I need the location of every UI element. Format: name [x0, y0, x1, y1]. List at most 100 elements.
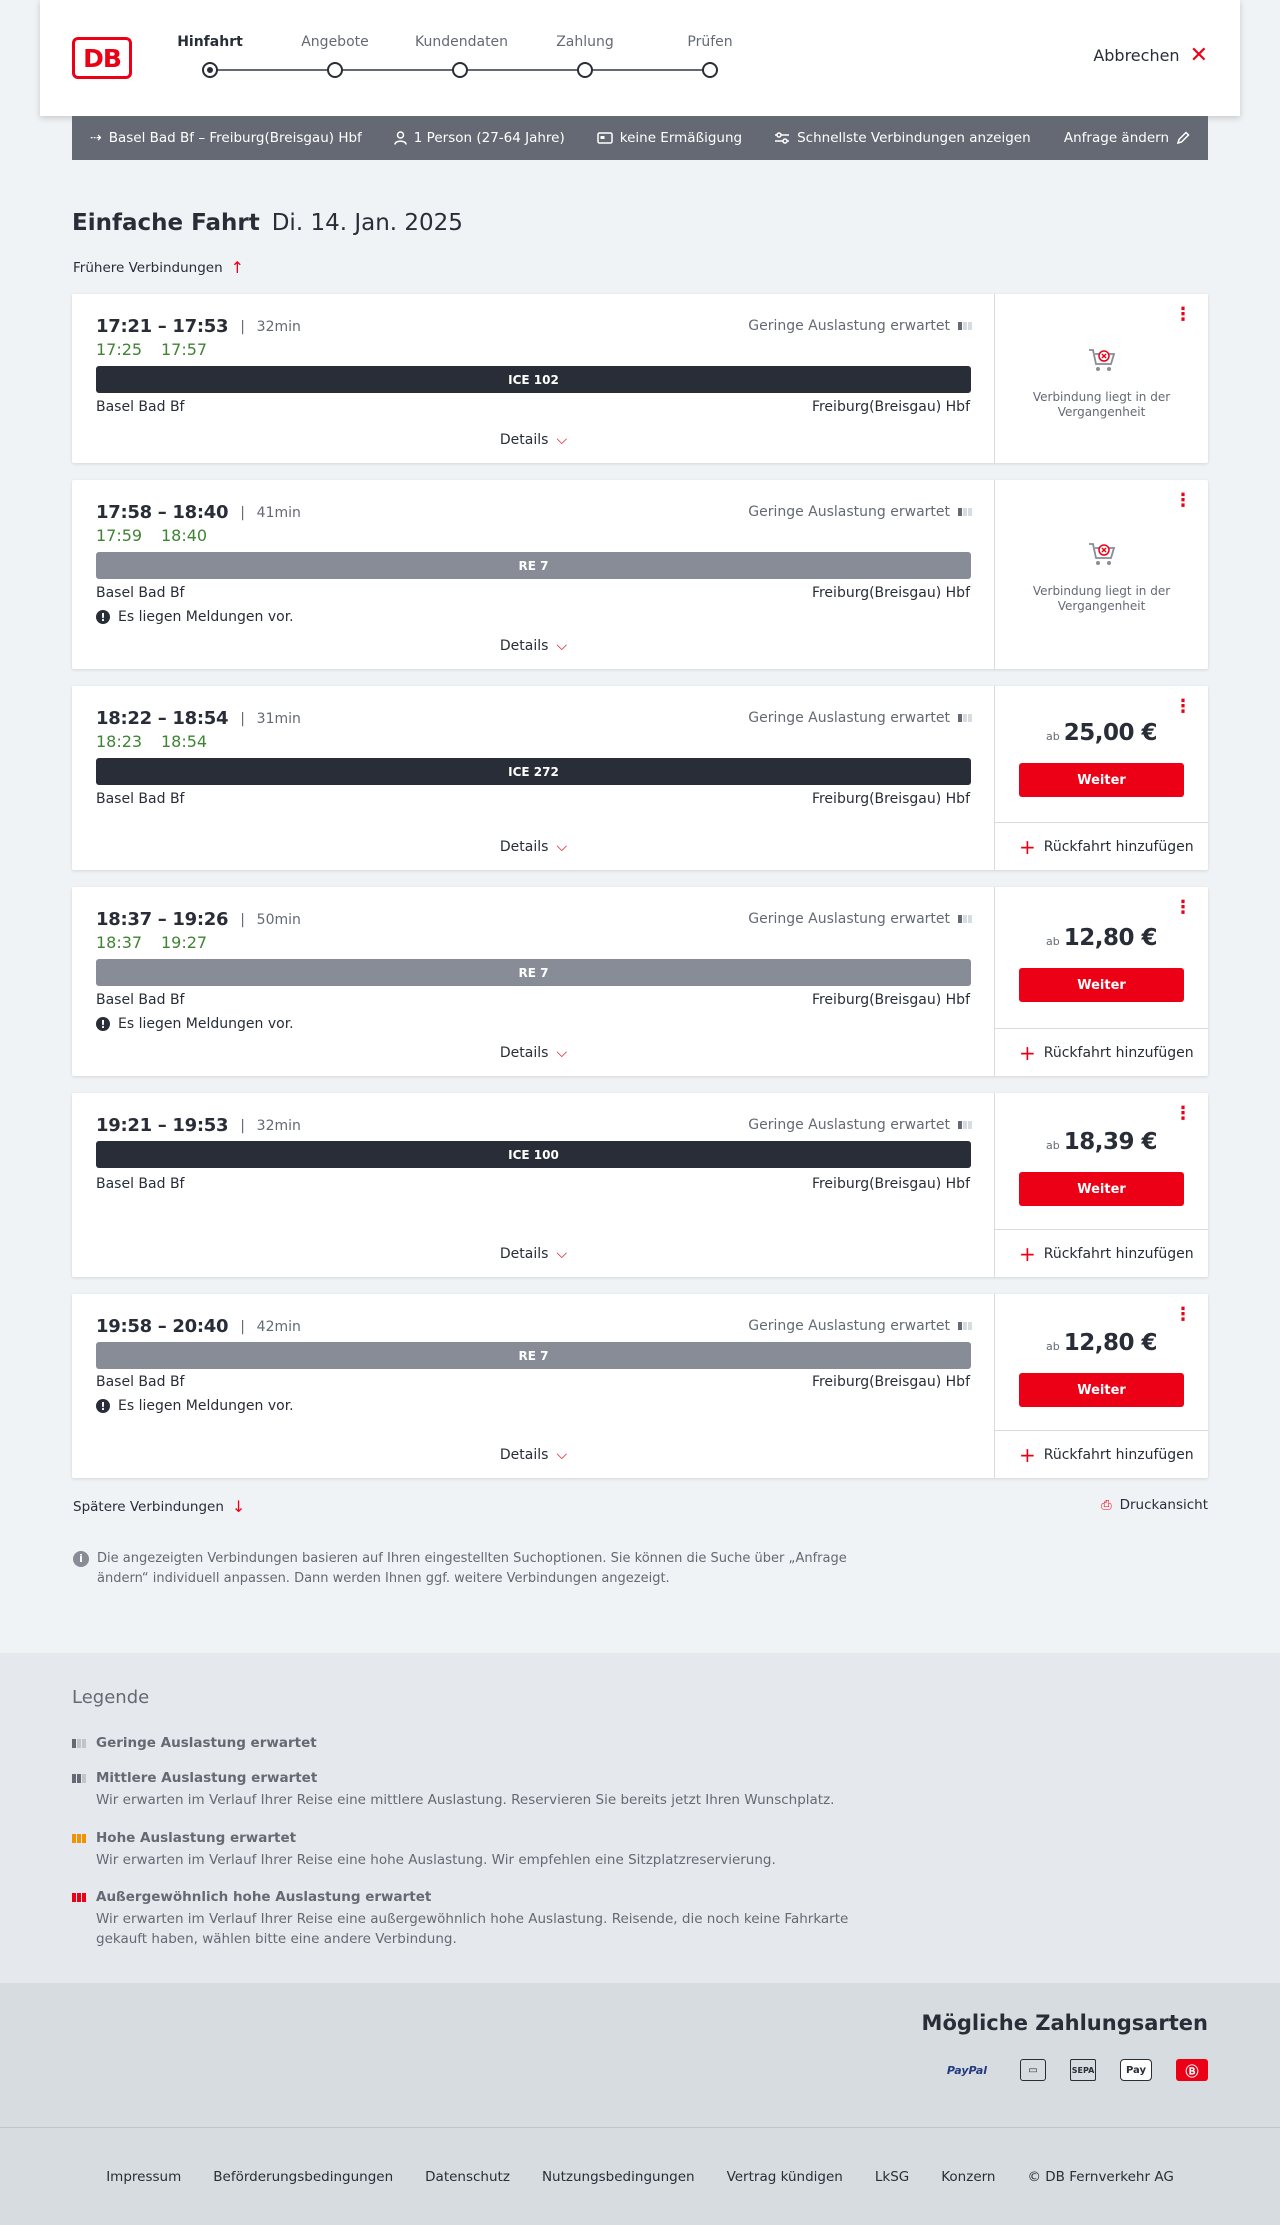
more-options-icon[interactable]: ⋮: [1174, 1105, 1192, 1123]
legend-section: Legende Geringe Auslastung erwartet Mitt…: [0, 1653, 1280, 1983]
person-icon: [394, 131, 407, 145]
later-connections-link[interactable]: Spätere Verbindungen ↓: [73, 1497, 245, 1516]
filter-sliders-icon: [775, 132, 790, 144]
bahncard-icon: [597, 132, 613, 144]
train-bar[interactable]: RE 7: [96, 1342, 971, 1369]
train-bar[interactable]: ICE 100: [96, 1141, 971, 1168]
add-return-trip-button[interactable]: + Rückfahrt hinzufügen: [1019, 837, 1194, 857]
payment-methods-section: Mögliche Zahlungsarten PayPal ▭ SEPA Pay…: [0, 1983, 1280, 2128]
details-toggle[interactable]: Details ⌵: [72, 432, 995, 448]
details-toggle[interactable]: Details ⌵: [72, 1246, 995, 1262]
arrival-station: Freiburg(Breisgau) Hbf: [811, 1374, 970, 1390]
step-kundendaten: Kundendaten: [415, 34, 508, 78]
connection-main: 18:37 – 19:26 | 50min Geringe Auslastung e…: [72, 887, 995, 1076]
offer-panel: ⋮ Verbindung liegt in der Vergangenheit: [995, 294, 1208, 463]
connection-card[interactable]: 18:37 – 19:26 | 50min Geringe Auslastung e…: [72, 887, 1208, 1076]
footer-link-lksg[interactable]: LkSG: [875, 2169, 909, 2185]
footer-link-vertrag-kuendigen[interactable]: Vertrag kündigen: [727, 2169, 843, 2185]
continue-button[interactable]: Weiter: [1019, 1172, 1184, 1206]
low-occupancy-icon: [72, 1738, 90, 1748]
plus-icon: +: [1019, 1242, 1036, 1266]
arrival-station: Freiburg(Breisgau) Hbf: [811, 992, 970, 1008]
more-options-icon[interactable]: ⋮: [1174, 306, 1192, 324]
details-toggle[interactable]: Details ⌵: [72, 1045, 995, 1061]
footer-link-nutzungsbedingungen[interactable]: Nutzungsbedingungen: [542, 2169, 695, 2185]
connection-main: 19:21 – 19:53 | 32min Geringe Auslastung e…: [72, 1093, 995, 1277]
step-dot: [452, 62, 468, 78]
low-occupancy-icon: [958, 714, 972, 722]
details-toggle[interactable]: Details ⌵: [72, 839, 995, 855]
more-options-icon[interactable]: ⋮: [1174, 698, 1192, 716]
departure-station: Basel Bad Bf: [96, 1176, 185, 1192]
train-bar[interactable]: ICE 102: [96, 366, 971, 393]
earlier-connections-link[interactable]: Frühere Verbindungen ↑: [73, 258, 244, 277]
realtime-times: 18:37 19:27: [96, 933, 208, 952]
offer-panel: ⋮ ab 25,00 € Weiter + Rückfahrt hinzufügen: [995, 686, 1208, 870]
print-view-link[interactable]: ⎙ Druckansicht: [1101, 1497, 1208, 1513]
occupancy-info: Geringe Auslastung erwartet: [748, 1117, 972, 1133]
occupancy-info: Geringe Auslastung erwartet: [748, 710, 972, 726]
connection-times: 19:58 – 20:40 | 42min: [96, 1316, 301, 1337]
more-options-icon[interactable]: ⋮: [1174, 492, 1192, 510]
connection-card[interactable]: 18:22 – 18:54 | 31min Geringe Auslastung e…: [72, 686, 1208, 870]
disruption-message[interactable]: ! Es liegen Meldungen vor.: [96, 1398, 294, 1414]
details-toggle[interactable]: Details ⌵: [72, 638, 995, 654]
sepa-icon: SEPA: [1070, 2059, 1096, 2081]
train-bar[interactable]: ICE 272: [96, 758, 971, 785]
plus-icon: +: [1019, 1041, 1036, 1065]
fastest-connections-toggle[interactable]: Schnellste Verbindungen anzeigen: [774, 130, 1031, 146]
arrival-station: Freiburg(Breisgau) Hbf: [811, 791, 970, 807]
occupancy-info: Geringe Auslastung erwartet: [748, 911, 972, 927]
offer-panel: ⋮ Verbindung liegt in der Vergangenheit: [995, 480, 1208, 669]
footer-link-konzern[interactable]: Konzern: [941, 2169, 995, 2185]
step-angebote: Angebote: [290, 34, 380, 78]
train-bar[interactable]: RE 7: [96, 959, 971, 986]
cancel-button[interactable]: Abbrechen ✕: [1093, 44, 1208, 66]
connection-times: 18:37 – 19:26 | 50min: [96, 909, 301, 930]
legend-title: Legende: [72, 1687, 150, 1708]
occupancy-info: Geringe Auslastung erwartet: [748, 1318, 972, 1334]
page-title: Einfache Fahrt Di. 14. Jan. 2025: [72, 210, 463, 236]
low-occupancy-icon: [958, 322, 972, 330]
disruption-message[interactable]: ! Es liegen Meldungen vor.: [96, 1016, 294, 1032]
connection-card[interactable]: 17:21 – 17:53 | 32min Geringe Auslastung e…: [72, 294, 1208, 463]
change-request-button[interactable]: Anfrage ändern: [1064, 130, 1190, 146]
connection-main: 17:21 – 17:53 | 32min Geringe Auslastung e…: [72, 294, 995, 463]
db-logo[interactable]: DB: [72, 37, 132, 79]
footer-link-impressum[interactable]: Impressum: [106, 2169, 181, 2185]
connection-main: 17:58 – 18:40 | 41min Geringe Auslastung e…: [72, 480, 995, 669]
connection-card[interactable]: 19:21 – 19:53 | 32min Geringe Auslastung e…: [72, 1093, 1208, 1277]
continue-button[interactable]: Weiter: [1019, 968, 1184, 1002]
connection-card[interactable]: 19:58 – 20:40 | 42min Geringe Auslastung e…: [72, 1294, 1208, 1478]
chevron-down-icon: ⌵: [556, 638, 568, 654]
continue-button[interactable]: Weiter: [1019, 1373, 1184, 1407]
pencil-icon: [1176, 131, 1190, 145]
footer-link-datenschutz[interactable]: Datenschutz: [425, 2169, 510, 2185]
divider: [995, 1028, 1208, 1029]
occupancy-info: Geringe Auslastung erwartet: [748, 318, 972, 334]
continue-button[interactable]: Weiter: [1019, 763, 1184, 797]
info-icon: i: [73, 1551, 89, 1567]
train-bar[interactable]: RE 7: [96, 552, 971, 579]
connection-card[interactable]: 17:58 – 18:40 | 41min Geringe Auslastung e…: [72, 480, 1208, 669]
more-options-icon[interactable]: ⋮: [1174, 899, 1192, 917]
arrow-up-icon: ↑: [230, 258, 245, 277]
add-return-trip-button[interactable]: + Rückfahrt hinzufügen: [1019, 1041, 1194, 1065]
arrival-station: Freiburg(Breisgau) Hbf: [811, 1176, 970, 1192]
footer-copyright: © DB Fernverkehr AG: [1027, 2168, 1174, 2185]
details-toggle[interactable]: Details ⌵: [72, 1447, 995, 1463]
disruption-message[interactable]: ! Es liegen Meldungen vor.: [96, 609, 294, 625]
add-return-trip-button[interactable]: + Rückfahrt hinzufügen: [1019, 1445, 1194, 1465]
apple-pay-icon: Pay: [1120, 2059, 1152, 2081]
exceptional-occupancy-icon: [72, 1892, 90, 1902]
paypal-icon: PayPal: [946, 2063, 988, 2077]
price: ab 18,39 €: [1046, 1129, 1158, 1155]
search-info-note: i Die angezeigten Verbindungen basieren …: [73, 1549, 863, 1589]
route-summary: ⇢ Basel Bad Bf – Freiburg(Breisgau) Hbf: [90, 130, 362, 146]
add-return-trip-button[interactable]: + Rückfahrt hinzufügen: [1019, 1242, 1194, 1266]
footer-link-befoerderungsbedingungen[interactable]: Beförderungsbedingungen: [213, 2169, 393, 2185]
divider: [995, 1229, 1208, 1230]
payment-title: Mögliche Zahlungsarten: [921, 2011, 1208, 2035]
offer-panel: ⋮ ab 12,80 € Weiter + Rückfahrt hinzufügen: [995, 887, 1208, 1076]
more-options-icon[interactable]: ⋮: [1174, 1306, 1192, 1324]
